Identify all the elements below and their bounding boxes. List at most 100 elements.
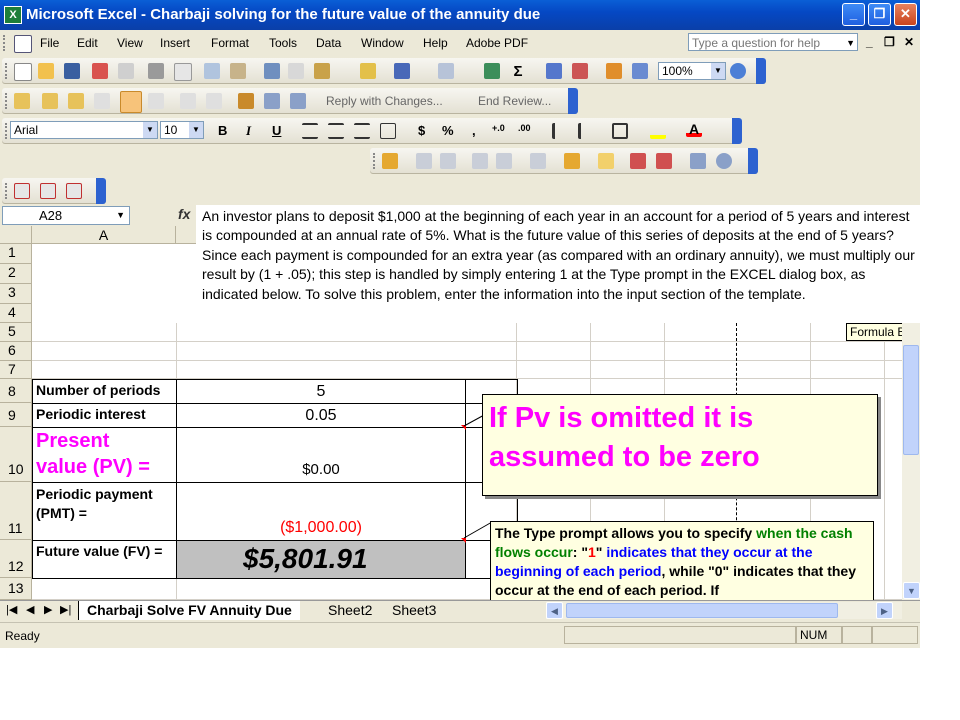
clear-validation-circles-icon[interactable] xyxy=(656,153,672,169)
menu-file[interactable]: File xyxy=(40,36,59,50)
sort-descending-icon[interactable] xyxy=(572,63,588,79)
horizontal-scroll-thumb[interactable] xyxy=(566,603,838,618)
doc-close-button[interactable]: ✕ xyxy=(904,35,914,49)
fill-color-icon[interactable] xyxy=(650,123,666,139)
periodic-payment-value[interactable]: ($1,000.00) xyxy=(176,482,466,541)
review-icon[interactable] xyxy=(68,93,84,109)
number-of-periods-label[interactable]: Number of periods xyxy=(32,379,177,404)
row-header[interactable]: 11 xyxy=(0,482,32,540)
pv-comment-box[interactable]: If Pv is omitted it is assumed to be zer… xyxy=(482,394,878,496)
research-icon[interactable] xyxy=(230,63,246,79)
doc-minimize-button[interactable]: _ xyxy=(866,35,873,49)
spelling-icon[interactable] xyxy=(204,63,220,79)
chart-wizard-icon[interactable] xyxy=(606,63,622,79)
decrease-indent-icon[interactable] xyxy=(552,123,568,139)
ask-question-box[interactable]: Type a question for help ▼ xyxy=(688,33,858,51)
reply-with-changes-button[interactable]: Reply with Changes... xyxy=(326,94,443,108)
copy-icon[interactable] xyxy=(288,63,304,79)
row-header[interactable]: 5 xyxy=(0,323,32,342)
excel-app-icon[interactable]: X xyxy=(4,6,22,24)
pdf-email-icon[interactable] xyxy=(40,183,56,199)
future-value-label[interactable]: Future value (FV) = xyxy=(32,540,177,579)
row-header[interactable]: 13 xyxy=(0,578,32,600)
review-icon[interactable] xyxy=(206,93,222,109)
evaluate-formula-icon[interactable] xyxy=(716,153,732,169)
menu-view[interactable]: View xyxy=(117,36,143,50)
toolbar-grip[interactable] xyxy=(5,123,9,139)
font-size-select[interactable]: 10 ▼ xyxy=(160,121,204,139)
format-painter-icon[interactable] xyxy=(360,63,376,79)
workbook-icon[interactable] xyxy=(14,35,32,53)
close-button[interactable]: ✕ xyxy=(894,3,917,26)
formula-bar-content[interactable]: An investor plans to deposit $1,000 at t… xyxy=(196,205,920,323)
vertical-scroll-thumb[interactable] xyxy=(903,345,919,455)
paste-icon[interactable] xyxy=(314,63,330,79)
remove-dependent-arrows-icon[interactable] xyxy=(496,153,512,169)
undo-icon[interactable] xyxy=(394,63,410,79)
name-box[interactable]: A28 ▼ xyxy=(2,206,130,225)
sheet-tab-sheet2[interactable]: Sheet2 xyxy=(322,601,378,620)
menu-tools[interactable]: Tools xyxy=(269,36,297,50)
align-center-icon[interactable] xyxy=(328,123,344,139)
toolbar-grip[interactable] xyxy=(5,93,9,109)
trace-error-icon[interactable] xyxy=(564,153,580,169)
drawing-icon[interactable] xyxy=(632,63,648,79)
new-icon[interactable] xyxy=(14,63,32,81)
underline-button[interactable]: U xyxy=(272,123,281,138)
restore-button[interactable]: ❐ xyxy=(868,3,891,26)
toolbar-options-icon[interactable] xyxy=(96,178,106,204)
align-left-icon[interactable] xyxy=(302,123,318,139)
future-value-result[interactable]: $5,801.91 xyxy=(176,540,466,579)
pdf-review-icon[interactable] xyxy=(66,183,82,199)
pdf-convert-icon[interactable] xyxy=(14,183,30,199)
align-right-icon[interactable] xyxy=(354,123,370,139)
decrease-decimal-icon[interactable]: .00 xyxy=(518,123,534,139)
horizontal-scrollbar[interactable]: ◀ ▶ xyxy=(546,602,902,619)
doc-restore-button[interactable]: ❐ xyxy=(884,35,895,49)
trace-dependents-icon[interactable] xyxy=(472,153,488,169)
type-comment-box[interactable]: The Type prompt allows you to specify wh… xyxy=(490,521,874,601)
borders-icon[interactable] xyxy=(612,123,628,139)
save-icon[interactable] xyxy=(64,63,80,79)
insert-function-icon[interactable]: fx xyxy=(178,206,190,222)
row-header[interactable]: 7 xyxy=(0,361,32,379)
row-header[interactable]: 12 xyxy=(0,540,32,578)
periodic-payment-label-cell[interactable]: Periodic payment (PMT) = xyxy=(32,482,177,541)
menu-window[interactable]: Window xyxy=(361,36,404,50)
trace-precedents-icon[interactable] xyxy=(416,153,432,169)
hyperlink-icon[interactable] xyxy=(484,63,500,79)
row-header[interactable]: 10 xyxy=(0,427,32,482)
currency-button[interactable]: $ xyxy=(418,123,425,138)
remove-precedent-arrows-icon[interactable] xyxy=(440,153,456,169)
periodic-interest-label[interactable]: Periodic interest xyxy=(32,403,177,428)
toolbar-options-icon[interactable] xyxy=(756,58,766,84)
merge-center-icon[interactable] xyxy=(380,123,396,139)
increase-indent-icon[interactable] xyxy=(578,123,594,139)
percent-button[interactable]: % xyxy=(442,123,454,138)
row-header[interactable]: 9 xyxy=(0,403,32,427)
first-sheet-button[interactable]: |◀ xyxy=(6,603,17,616)
chevron-down-icon[interactable]: ▼ xyxy=(711,63,725,79)
end-review-button[interactable]: End Review... xyxy=(478,94,551,108)
font-name-select[interactable]: Arial ▼ xyxy=(10,121,158,139)
periodic-interest-value[interactable]: 0.05 xyxy=(176,403,466,428)
increase-decimal-icon[interactable]: +.0 xyxy=(492,123,508,139)
scroll-down-button[interactable]: ▼ xyxy=(903,582,920,599)
bold-button[interactable]: B xyxy=(218,123,227,138)
email-icon[interactable] xyxy=(118,63,134,79)
autosum-icon[interactable]: Σ xyxy=(510,63,526,80)
present-value-value[interactable]: $0.00 xyxy=(176,427,466,483)
track-changes-icon[interactable] xyxy=(238,93,254,109)
error-checking-icon[interactable] xyxy=(382,153,398,169)
chevron-down-icon[interactable]: ▼ xyxy=(143,122,157,138)
menu-data[interactable]: Data xyxy=(316,36,341,50)
sheet-tab-active[interactable]: Charbaji Solve FV Annuity Due xyxy=(78,601,300,620)
help-icon[interactable] xyxy=(730,63,746,79)
row-header[interactable]: 8 xyxy=(0,379,32,403)
present-value-label-cell[interactable]: Present value (PV) = xyxy=(32,427,177,483)
review-icon[interactable] xyxy=(42,93,58,109)
circle-invalid-data-icon[interactable] xyxy=(630,153,646,169)
review-icon[interactable] xyxy=(264,93,280,109)
minimize-button[interactable]: _ xyxy=(842,3,865,26)
sheet-tab-sheet3[interactable]: Sheet3 xyxy=(386,601,442,620)
